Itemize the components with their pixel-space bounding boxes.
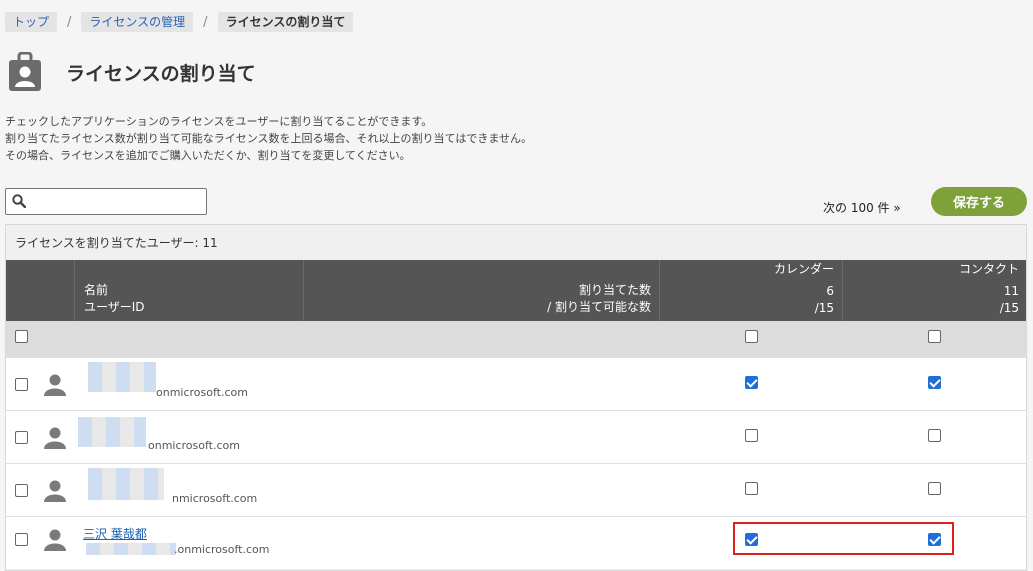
select-all-row bbox=[6, 321, 1026, 357]
breadcrumb-current: ライセンスの割り当て bbox=[217, 12, 354, 32]
table-header: 名前 ユーザーID 割り当てた数 / 割り当て可能な数 カレンダー 6 /15 … bbox=[6, 260, 1026, 321]
redacted-user-name bbox=[78, 417, 146, 447]
page-title: ライセンスの割り当て bbox=[66, 62, 256, 85]
select-all-contact-checkbox[interactable] bbox=[928, 330, 941, 343]
user-id: onmicrosoft.com bbox=[156, 386, 248, 399]
breadcrumb-separator: / bbox=[67, 14, 72, 30]
user-avatar-icon bbox=[43, 426, 67, 450]
row-select-checkbox[interactable] bbox=[15, 484, 28, 497]
header-select-col bbox=[6, 260, 75, 321]
next-page-link[interactable]: 次の 100 件 » bbox=[823, 199, 901, 216]
row-select-checkbox[interactable] bbox=[15, 378, 28, 391]
select-all-calendar-checkbox[interactable] bbox=[745, 330, 758, 343]
user-id: onmicrosoft.com bbox=[148, 439, 240, 452]
contact-license-checkbox[interactable] bbox=[928, 482, 941, 495]
license-bag-icon bbox=[8, 51, 42, 92]
header-calendar-total: /15 bbox=[814, 301, 834, 315]
breadcrumb-separator: / bbox=[203, 14, 208, 30]
user-avatar-icon bbox=[43, 373, 67, 397]
row-select-checkbox[interactable] bbox=[15, 431, 28, 444]
header-contact-used: 11 bbox=[1003, 284, 1019, 298]
assigned-user-count: ライセンスを割り当てたユーザー: 11 bbox=[15, 236, 218, 250]
license-table-panel: ライセンスを割り当てたユーザー: 11 名前 ユーザーID 割り当てた数 / 割… bbox=[5, 224, 1027, 571]
header-contact-total: /15 bbox=[999, 301, 1019, 315]
header-userid-label: ユーザーID bbox=[84, 300, 145, 314]
highlight-box bbox=[733, 522, 954, 555]
calendar-license-checkbox[interactable] bbox=[745, 376, 758, 389]
header-assigned-label: 割り当てた数 bbox=[578, 283, 651, 297]
page-description: チェックしたアプリケーションのライセンスをユーザーに割り当てることができます。 … bbox=[5, 113, 532, 164]
table-row: nmicrosoft.com bbox=[6, 463, 1026, 516]
user-avatar-icon bbox=[43, 528, 67, 552]
user-name-link[interactable]: 三沢 葉哉都 bbox=[83, 525, 147, 542]
header-contact-name: コンタクト bbox=[958, 262, 1019, 276]
user-id: nmicrosoft.com bbox=[172, 492, 258, 505]
page-header: ライセンスの割り当て bbox=[8, 51, 256, 92]
breadcrumb: トップ / ライセンスの管理 / ライセンスの割り当て bbox=[5, 12, 354, 32]
calendar-license-checkbox[interactable] bbox=[745, 429, 758, 442]
user-id: .onmicrosoft.com bbox=[174, 543, 270, 556]
redacted-user-name bbox=[88, 468, 164, 500]
header-count-col: 割り当てた数 / 割り当て可能な数 bbox=[304, 260, 660, 321]
contact-license-checkbox[interactable] bbox=[928, 376, 941, 389]
header-name-col: 名前 ユーザーID bbox=[75, 260, 304, 321]
calendar-license-checkbox[interactable] bbox=[745, 482, 758, 495]
search-input[interactable] bbox=[5, 188, 207, 215]
description-line: チェックしたアプリケーションのライセンスをユーザーに割り当てることができます。 bbox=[5, 115, 433, 128]
redacted-user-name bbox=[88, 362, 156, 392]
row-select-checkbox[interactable] bbox=[15, 533, 28, 546]
header-name-label: 名前 bbox=[84, 283, 109, 297]
header-calendar-used: 6 bbox=[826, 284, 834, 298]
description-line: その場合、ライセンスを追加でご購入いただくか、割り当てを変更してください。 bbox=[5, 149, 411, 162]
header-calendar-col: カレンダー 6 /15 bbox=[660, 260, 843, 321]
redacted-user-id-prefix bbox=[86, 543, 176, 555]
table-row: onmicrosoft.com bbox=[6, 357, 1026, 410]
search-icon bbox=[12, 194, 27, 209]
save-button[interactable]: 保存する bbox=[931, 187, 1027, 216]
header-calendar-name: カレンダー bbox=[773, 262, 834, 276]
description-line: 割り当てたライセンス数が割り当て可能なライセンス数を上回る場合、それ以上の割り当… bbox=[5, 132, 533, 145]
select-all-users-checkbox[interactable] bbox=[15, 330, 28, 343]
header-contact-col: コンタクト 11 /15 bbox=[843, 260, 1026, 321]
breadcrumb-license-manage-link[interactable]: ライセンスの管理 bbox=[81, 12, 194, 32]
user-avatar-icon bbox=[43, 479, 67, 503]
header-assignable-label: / 割り当て可能な数 bbox=[547, 300, 651, 314]
table-row: onmicrosoft.com bbox=[6, 410, 1026, 463]
breadcrumb-top-link[interactable]: トップ bbox=[5, 12, 58, 32]
contact-license-checkbox[interactable] bbox=[928, 429, 941, 442]
